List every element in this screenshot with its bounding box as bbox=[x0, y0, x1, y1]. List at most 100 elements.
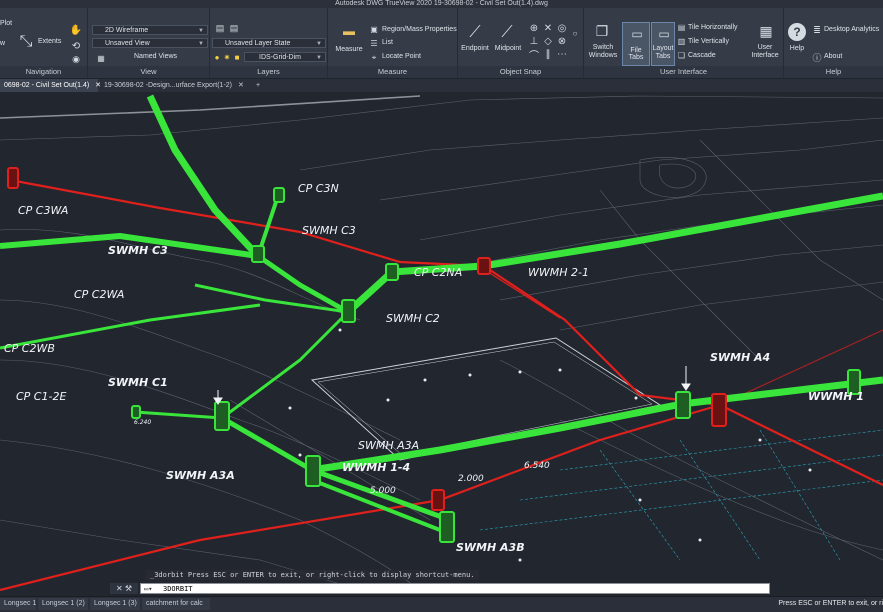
midpoint-button[interactable]: Midpoint bbox=[490, 45, 526, 52]
layout-tab-longsec-1-2[interactable]: Longsec 1 (2) bbox=[38, 598, 88, 610]
snap-tangent-icon[interactable]: ⌒ bbox=[528, 48, 540, 62]
plot-button[interactable]: Plot bbox=[0, 20, 12, 27]
label-swmh-a3a-top: SWMH A3A bbox=[358, 439, 419, 452]
tile-horizontally-button[interactable]: Tile Horizontally bbox=[688, 24, 738, 31]
extents-icon[interactable]: ⤡ bbox=[16, 32, 36, 52]
grid-lines bbox=[479, 429, 883, 561]
locate-point-icon: ⌖ bbox=[371, 52, 377, 62]
file-tabs-toggle[interactable]: ▭ File Tabs bbox=[622, 22, 650, 66]
layout-tab-catchment[interactable]: catchment for calc bbox=[142, 598, 210, 610]
manhole-wwmh-a[interactable] bbox=[711, 393, 727, 427]
ribbon: Plot w ⤡ Extents ✋ ⟲ ◉ Navigation 2D Wir… bbox=[0, 8, 883, 79]
region-mass-button[interactable]: Region/Mass Properties bbox=[382, 26, 457, 33]
doc-tab-label: 0698-02 - Civil Set Out(1.4) bbox=[4, 82, 90, 89]
doc-tab-design-surface[interactable]: 19-30698-02 -Design...urface Export(1-2)… bbox=[100, 79, 248, 92]
label-cp-c2wb: CP C2WB bbox=[4, 342, 55, 355]
user-interface-button[interactable]: User Interface bbox=[746, 44, 784, 60]
command-line-controls[interactable]: ✕ ⚒ bbox=[110, 583, 138, 594]
close-icon[interactable]: ✕ bbox=[116, 584, 123, 593]
manhole-wwmh-2-1[interactable] bbox=[477, 257, 491, 275]
window-title: Autodesk DWG TrueView 2020 19-30698-02 -… bbox=[0, 0, 883, 8]
label-wwmh-2-1: WWMH 2-1 bbox=[528, 266, 589, 279]
label-cp-c2na: CP C2NA bbox=[414, 266, 462, 279]
snap-center-icon[interactable]: ⊕ bbox=[528, 22, 540, 34]
label-cp-c3wa: CP C3WA bbox=[18, 204, 68, 217]
manhole-swmh-c1[interactable] bbox=[214, 401, 230, 431]
user-interface-panel-label: User Interface bbox=[584, 66, 783, 78]
snap-nearest-icon[interactable]: ○ bbox=[570, 28, 580, 38]
region-icon: ▣ bbox=[370, 25, 378, 34]
manhole-swmh-c3[interactable] bbox=[251, 245, 265, 263]
snap-intersection-icon[interactable]: ✕ bbox=[542, 22, 554, 34]
command-prompt-icon: ▭▾ bbox=[144, 585, 153, 593]
named-views-button[interactable]: Named Views bbox=[134, 53, 177, 60]
layer-state-value: Unsaved Layer State bbox=[225, 40, 291, 47]
layer-match-icon[interactable]: ▤ bbox=[228, 23, 240, 33]
snap-quadrant-icon[interactable]: ◇ bbox=[542, 35, 554, 47]
sun-icon: ✷ bbox=[223, 52, 231, 62]
list-button[interactable]: List bbox=[382, 39, 393, 46]
cascade-button[interactable]: Cascade bbox=[688, 52, 716, 59]
locate-point-button[interactable]: Locate Point bbox=[382, 53, 421, 60]
snap-extension-icon[interactable]: ⋯ bbox=[556, 48, 568, 60]
snap-geometric-center-icon[interactable]: ◎ bbox=[556, 22, 568, 34]
manhole-swmh-c2[interactable] bbox=[341, 299, 356, 323]
label-swmh-c3-top: SWMH C3 bbox=[302, 224, 356, 237]
command-line: _3dorbit Press ESC or ENTER to exit, or … bbox=[110, 570, 770, 595]
snap-perpendicular-icon[interactable]: ⊥ bbox=[528, 35, 540, 47]
layer-properties-icon[interactable]: ▤ bbox=[214, 23, 226, 33]
manhole-red-left[interactable] bbox=[7, 167, 19, 189]
named-view-select[interactable]: Unsaved View ▼ bbox=[92, 38, 208, 48]
drawing-viewport[interactable]: CP C3N CP C3WA SWMH C3 SWMH C3 CP C2NA W… bbox=[0, 92, 883, 596]
doc-tab-civil-set-out[interactable]: 0698-02 - Civil Set Out(1.4) ✕ bbox=[0, 79, 101, 92]
w-button[interactable]: w bbox=[0, 40, 5, 47]
pan-icon[interactable]: ✋ bbox=[70, 24, 82, 36]
extents-button[interactable]: Extents bbox=[38, 38, 61, 45]
wrench-icon[interactable]: ⚒ bbox=[125, 584, 132, 593]
user-interface-icon[interactable]: ▦ bbox=[756, 22, 776, 40]
label-swmh-a3b: SWMH A3B bbox=[456, 541, 525, 554]
navigation-panel: Plot w ⤡ Extents ✋ ⟲ ◉ Navigation bbox=[0, 8, 88, 78]
switch-windows-button[interactable]: Switch Windows bbox=[584, 44, 622, 60]
about-button[interactable]: About bbox=[824, 53, 842, 60]
manhole-wwmh-1-4[interactable] bbox=[431, 489, 445, 511]
label-wwmh-edge: WWMH 1 bbox=[808, 390, 864, 403]
snap-node-icon[interactable]: ⊗ bbox=[556, 35, 568, 47]
manhole-cp-c3n[interactable] bbox=[273, 187, 285, 203]
endpoint-button[interactable]: Endpoint bbox=[458, 45, 492, 52]
close-icon[interactable]: ✕ bbox=[238, 82, 244, 89]
layer-state-select[interactable]: Unsaved Layer State ▼ bbox=[212, 38, 326, 48]
layout-tab-longsec-1[interactable]: Longsec 1 bbox=[0, 598, 36, 610]
help-button[interactable]: Help bbox=[784, 45, 810, 52]
object-snap-panel: ⟋ Endpoint ⟋ Midpoint ⊕ ✕ ◎ ⊥ ◇ ⊗ ⌒ ∥ ⋯ … bbox=[458, 8, 584, 78]
visual-style-select[interactable]: 2D Wireframe ▼ bbox=[92, 25, 208, 35]
list-icon: ☰ bbox=[370, 39, 378, 48]
tile-horizontal-icon: ▤ bbox=[677, 23, 686, 32]
manhole-swmh-a3b[interactable] bbox=[439, 511, 455, 543]
midpoint-icon[interactable]: ⟋ bbox=[496, 22, 518, 44]
manhole-swmh-a4[interactable] bbox=[675, 391, 691, 419]
endpoint-icon[interactable]: ⟋ bbox=[464, 22, 486, 44]
label-swmh-c2: SWMH C2 bbox=[386, 312, 440, 325]
new-tab-button[interactable]: + bbox=[252, 79, 266, 92]
measure-button[interactable]: Measure bbox=[330, 46, 368, 53]
steering-icon[interactable]: ◉ bbox=[70, 54, 82, 64]
info-icon: ⓘ bbox=[812, 52, 822, 63]
command-input[interactable]: ▭▾ 3DORBIT bbox=[140, 583, 770, 594]
switch-windows-icon[interactable]: ❐ bbox=[592, 22, 612, 40]
manhole-swmh-a3a[interactable] bbox=[305, 455, 321, 487]
snap-parallel-icon[interactable]: ∥ bbox=[542, 48, 554, 60]
ruler-icon[interactable]: ▬ bbox=[338, 23, 360, 39]
desktop-analytics-button[interactable]: Desktop Analytics bbox=[824, 26, 879, 33]
layout-tabs-label: Layout Tabs bbox=[652, 45, 674, 60]
manhole-cp-c2na[interactable] bbox=[385, 263, 399, 281]
layout-tab-longsec-1-3[interactable]: Longsec 1 (3) bbox=[90, 598, 140, 610]
layer-select[interactable]: IDS-Grid-Dim ▼ bbox=[244, 52, 326, 62]
orbit-icon[interactable]: ⟲ bbox=[70, 40, 82, 52]
tile-vertically-button[interactable]: Tile Vertically bbox=[688, 38, 729, 45]
manhole-cp-c1-2e[interactable] bbox=[131, 405, 141, 419]
drawing-canvas[interactable]: CP C3N CP C3WA SWMH C3 SWMH C3 CP C2NA W… bbox=[0, 92, 883, 596]
layout-tabs-toggle[interactable]: ▭ Layout Tabs bbox=[651, 22, 675, 66]
lock-icon: ■ bbox=[234, 52, 240, 62]
help-icon[interactable]: ? bbox=[788, 23, 806, 41]
